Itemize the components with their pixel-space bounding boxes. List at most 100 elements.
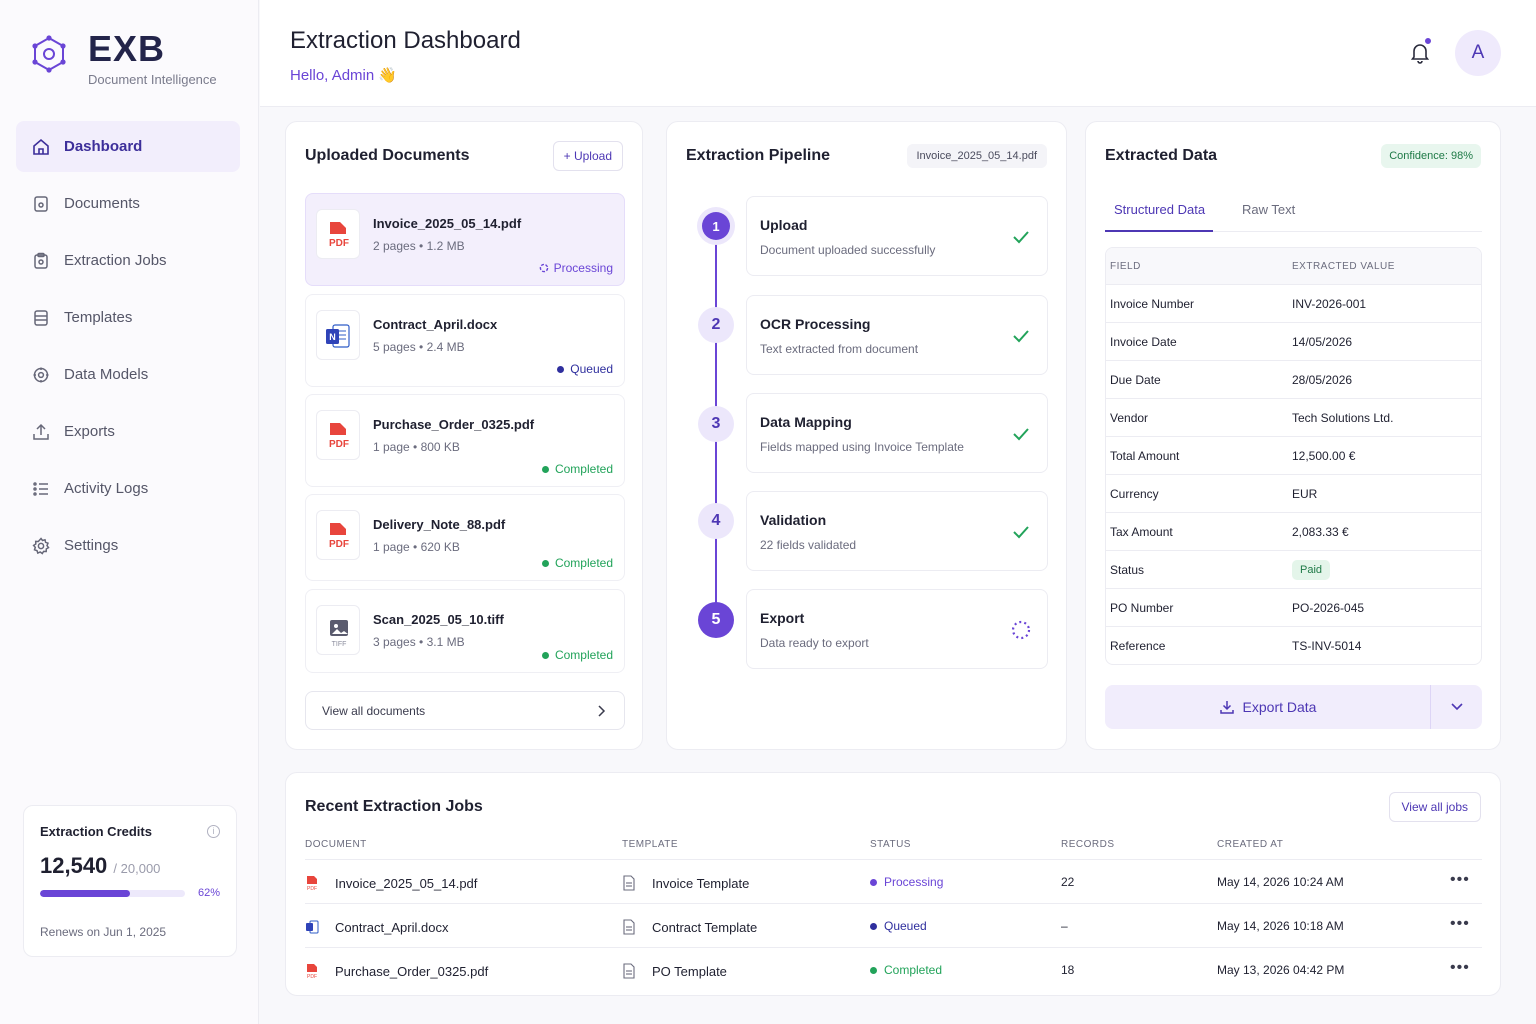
view-all-documents-button[interactable]: View all documents [305, 691, 625, 730]
info-icon[interactable]: i [207, 825, 220, 838]
status-badge: Queued [557, 362, 613, 376]
document-name: Scan_2025_05_10.tiff [373, 612, 504, 627]
column-header: RECORDS [1061, 839, 1115, 850]
column-header: DOCUMENT [305, 839, 367, 850]
status-badge: Paid [1292, 559, 1331, 580]
sidebar-item-label: Exports [64, 423, 115, 440]
tab-raw-text[interactable]: Raw Text [1242, 202, 1295, 217]
field-value: 14/05/2026 [1292, 334, 1353, 349]
table-row[interactable]: Contract_April.docx Contract Template Qu… [305, 903, 1482, 947]
more-options-icon[interactable]: ••• [1450, 959, 1470, 977]
step-name: Validation [760, 512, 827, 528]
document-meta: 1 page • 800 KB [373, 440, 460, 454]
brand-name: EXB [88, 28, 166, 69]
step-name: Data Mapping [760, 414, 852, 430]
svg-text:PDF: PDF [329, 238, 349, 249]
credits-card: Extraction Credits i 12,540 / 20,000 62%… [23, 805, 237, 957]
more-options-icon[interactable]: ••• [1450, 915, 1470, 933]
sidebar-item-dashboard[interactable]: Dashboard [16, 121, 240, 172]
pipeline-step-validation[interactable]: Validation 22 fields validated [746, 491, 1048, 571]
credits-progress-fill [40, 889, 130, 897]
extraction-pipeline-card: Extraction Pipeline Invoice_2025_05_14.p… [666, 121, 1067, 750]
chevron-down-icon [1450, 703, 1463, 711]
table-row[interactable]: Due Date 28/05/2026 [1106, 360, 1481, 398]
sidebar-item-templates[interactable]: Templates [16, 292, 240, 343]
table-row[interactable]: Reference TS-INV-5014 [1106, 626, 1481, 664]
document-item[interactable]: TIFF Scan_2025_05_10.tiff 3 pages • 3.1 … [305, 589, 625, 673]
pipeline-step-ocr[interactable]: OCR Processing Text extracted from docum… [746, 295, 1048, 375]
sidebar-item-activity-logs[interactable]: Activity Logs [16, 463, 240, 514]
sidebar-item-data-models[interactable]: Data Models [16, 349, 240, 400]
table-row[interactable]: PDF Purchase_Order_0325.pdf PO Template C… [305, 947, 1482, 991]
table-header: FIELD EXTRACTED VALUE [1106, 248, 1481, 284]
table-row[interactable]: Tax Amount 2,083.33 € [1106, 512, 1481, 550]
document-meta: 5 pages • 2.4 MB [373, 340, 465, 354]
table-row[interactable]: Vendor Tech Solutions Ltd. [1106, 398, 1481, 436]
status-text: Completed [554, 556, 613, 570]
upload-button[interactable]: + Upload [552, 141, 623, 171]
column-header: FIELD [1110, 260, 1141, 272]
check-icon [1013, 428, 1029, 441]
sidebar-item-extraction-jobs[interactable]: Extraction Jobs [16, 235, 240, 286]
database-icon [34, 309, 48, 326]
brand-tagline: Document Intelligence [88, 72, 217, 87]
field-name: Vendor [1110, 410, 1149, 425]
table-row[interactable]: Currency EUR [1106, 474, 1481, 512]
avatar[interactable]: A [1455, 30, 1501, 76]
svg-text:PDF: PDF [307, 886, 317, 891]
document-item[interactable]: PDF Delivery_Note_88.pdf 1 page • 620 KB… [305, 494, 625, 581]
pipeline-step-export[interactable]: Export Data ready to export [746, 589, 1048, 669]
sidebar-item-exports[interactable]: Exports [16, 406, 240, 457]
status-badge: Processing [539, 261, 613, 275]
table-row[interactable]: Status Paid [1106, 550, 1481, 588]
table-row[interactable]: PO Number PO-2026-045 [1106, 588, 1481, 626]
export-data-split-button: Export Data [1105, 685, 1482, 729]
export-data-button[interactable]: Export Data [1105, 685, 1431, 729]
field-value: 12,500.00 € [1292, 448, 1356, 463]
document-item[interactable]: N Contract_April.docx 5 pages • 2.4 MB Q… [305, 294, 625, 387]
status-text: Queued [570, 362, 613, 376]
status-badge: Processing [870, 875, 943, 889]
spinner-icon [539, 263, 548, 273]
document-name: Invoice_2025_05_14.pdf [373, 216, 522, 231]
pdf-icon: PDF [307, 964, 317, 979]
list-icon [33, 481, 48, 496]
pipeline-step-upload[interactable]: Upload Document uploaded successfully [746, 196, 1048, 276]
tab-structured-data[interactable]: Structured Data [1114, 202, 1205, 217]
field-value: 28/05/2026 [1292, 372, 1353, 387]
status-badge: Completed [870, 963, 942, 977]
step-number: 3 [698, 406, 734, 442]
sidebar-item-documents[interactable]: Documents [16, 178, 240, 229]
step-name: Export [760, 610, 805, 626]
credits-total: / 20,000 [113, 861, 161, 876]
card-title: Extraction Pipeline [686, 147, 831, 164]
table-row[interactable]: PDF Invoice_2025_05_14.pdf Invoice Templa… [305, 859, 1482, 903]
table-row[interactable]: Total Amount 12,500.00 € [1106, 436, 1481, 474]
logo[interactable]: EXB Document Intelligence [30, 28, 217, 87]
table-row[interactable]: Invoice Number INV-2026-001 [1106, 284, 1481, 322]
export-options-dropdown[interactable] [1431, 685, 1482, 729]
more-options-icon[interactable]: ••• [1450, 871, 1470, 889]
file-icon [623, 919, 635, 935]
job-document: Invoice_2025_05_14.pdf [335, 875, 478, 891]
table-row[interactable]: Invoice Date 14/05/2026 [1106, 322, 1481, 360]
credits-renew-date: Renews on Jun 1, 2025 [40, 925, 167, 939]
pipeline-step-mapping[interactable]: Data Mapping Fields mapped using Invoice… [746, 393, 1048, 473]
step-description: Document uploaded successfully [760, 243, 936, 257]
sidebar-item-label: Settings [64, 537, 119, 554]
step-description: Fields mapped using Invoice Template [760, 440, 964, 454]
job-records: 18 [1061, 963, 1075, 977]
sidebar-item-label: Activity Logs [64, 480, 149, 497]
document-icon [34, 195, 48, 212]
document-item[interactable]: PDF Invoice_2025_05_14.pdf 2 pages • 1.2… [305, 193, 625, 286]
document-name: Purchase_Order_0325.pdf [373, 417, 535, 432]
view-all-jobs-button[interactable]: View all jobs [1388, 792, 1481, 822]
document-item[interactable]: PDF Purchase_Order_0325.pdf 1 page • 800… [305, 394, 625, 487]
sidebar-item-settings[interactable]: Settings [16, 520, 240, 571]
greeting: Hello, Admin 👋 [290, 67, 398, 84]
top-header: Extraction Dashboard Hello, Admin 👋 A [260, 0, 1536, 107]
credits-used: 12,540 [40, 853, 108, 878]
pdf-icon: PDF [316, 209, 360, 259]
status-text: Queued [884, 919, 927, 933]
jobs-table-header: DOCUMENT TEMPLATE STATUS RECORDS CREATED… [305, 835, 1482, 859]
